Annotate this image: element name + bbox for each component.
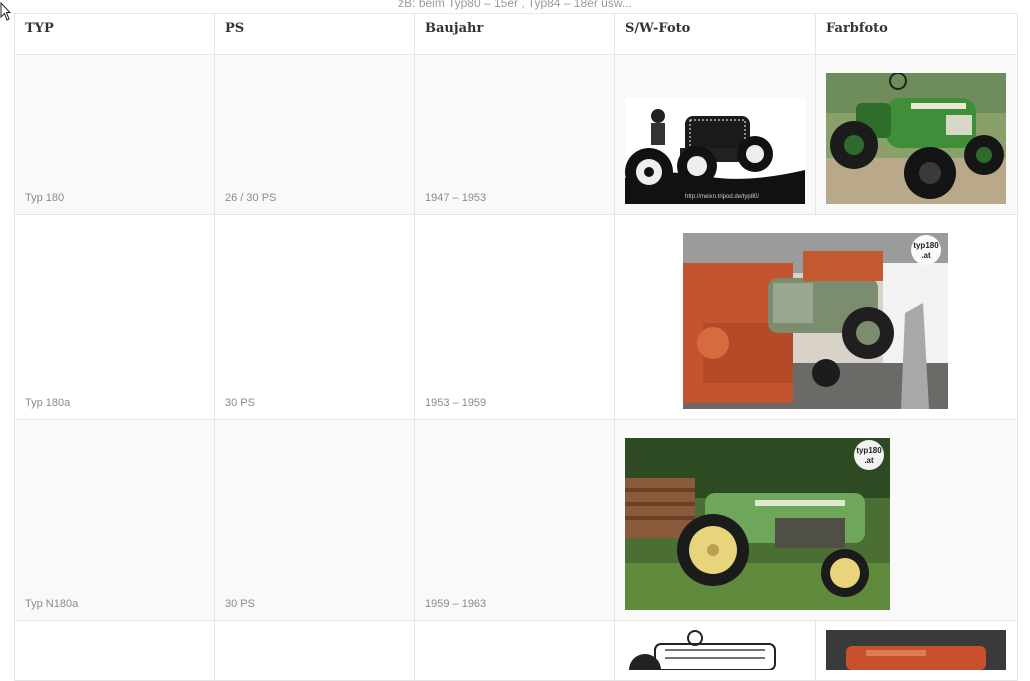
cell-farbfoto <box>815 54 1018 215</box>
cell-baujahr: 1959 – 1963 <box>414 419 615 621</box>
color-photo-typ180a[interactable]: typ180 .at <box>683 233 948 409</box>
color-photo-typN180a[interactable]: typ180 .at <box>625 438 890 610</box>
cell-photo-combined: typ180 .at <box>614 214 1018 420</box>
cell-baujahr: 1953 – 1959 <box>414 214 615 420</box>
cell-typ: Typ N180a <box>14 419 215 621</box>
table-header-row: TYP PS Baujahr S/W-Foto Farbfoto <box>14 13 1018 55</box>
cell-typ <box>14 620 215 681</box>
column-header-typ: TYP <box>14 13 215 55</box>
column-header-ps: PS <box>214 13 415 55</box>
color-photo-typ180[interactable] <box>826 73 1006 204</box>
cell-ps <box>214 620 415 681</box>
photo-badge-tld: .at <box>864 456 874 465</box>
column-header-farbfoto: Farbfoto <box>815 13 1018 55</box>
sw-photo-row4[interactable] <box>625 630 800 670</box>
cell-baujahr: 1947 – 1953 <box>414 54 615 215</box>
mouse-cursor-icon <box>0 2 11 21</box>
caption-hint: zB: beim Typ80 – 15er , Typ84 – 18er usw… <box>398 0 632 10</box>
cell-sw-foto <box>614 620 816 681</box>
cell-ps: 30 PS <box>214 419 415 621</box>
cell-farbfoto <box>815 620 1018 681</box>
cell-photo-combined: typ180 .at <box>614 419 1018 621</box>
cell-typ: Typ 180 <box>14 54 215 215</box>
photo-badge-name: typ180 <box>856 446 882 455</box>
cell-sw-foto: http://meixn.tripod.de/typ80/ <box>614 54 816 215</box>
sw-photo-typ180[interactable]: http://meixn.tripod.de/typ80/ <box>625 98 805 204</box>
color-photo-row4[interactable] <box>826 630 1006 670</box>
cell-baujahr <box>414 620 615 681</box>
cell-ps: 26 / 30 PS <box>214 54 415 215</box>
table-row: Typ 180 26 / 30 PS 1947 – 1953 http://me… <box>14 54 1018 215</box>
sw-photo-watermark: http://meixn.tripod.de/typ80/ <box>685 194 759 200</box>
cell-ps: 30 PS <box>214 214 415 420</box>
tractor-spec-table: TYP PS Baujahr S/W-Foto Farbfoto Typ 180… <box>14 13 1018 681</box>
table-row: Typ N180a 30 PS 1959 – 1963 typ180 .at <box>14 419 1018 621</box>
table-row: Typ 180a 30 PS 1953 – 1959 typ180 .at <box>14 214 1018 420</box>
column-header-sw-foto: S/W-Foto <box>614 13 816 55</box>
cell-typ: Typ 180a <box>14 214 215 420</box>
photo-badge-name: typ180 <box>913 241 939 250</box>
column-header-baujahr: Baujahr <box>414 13 615 55</box>
photo-badge-tld: .at <box>921 251 931 260</box>
table-row <box>14 620 1018 681</box>
